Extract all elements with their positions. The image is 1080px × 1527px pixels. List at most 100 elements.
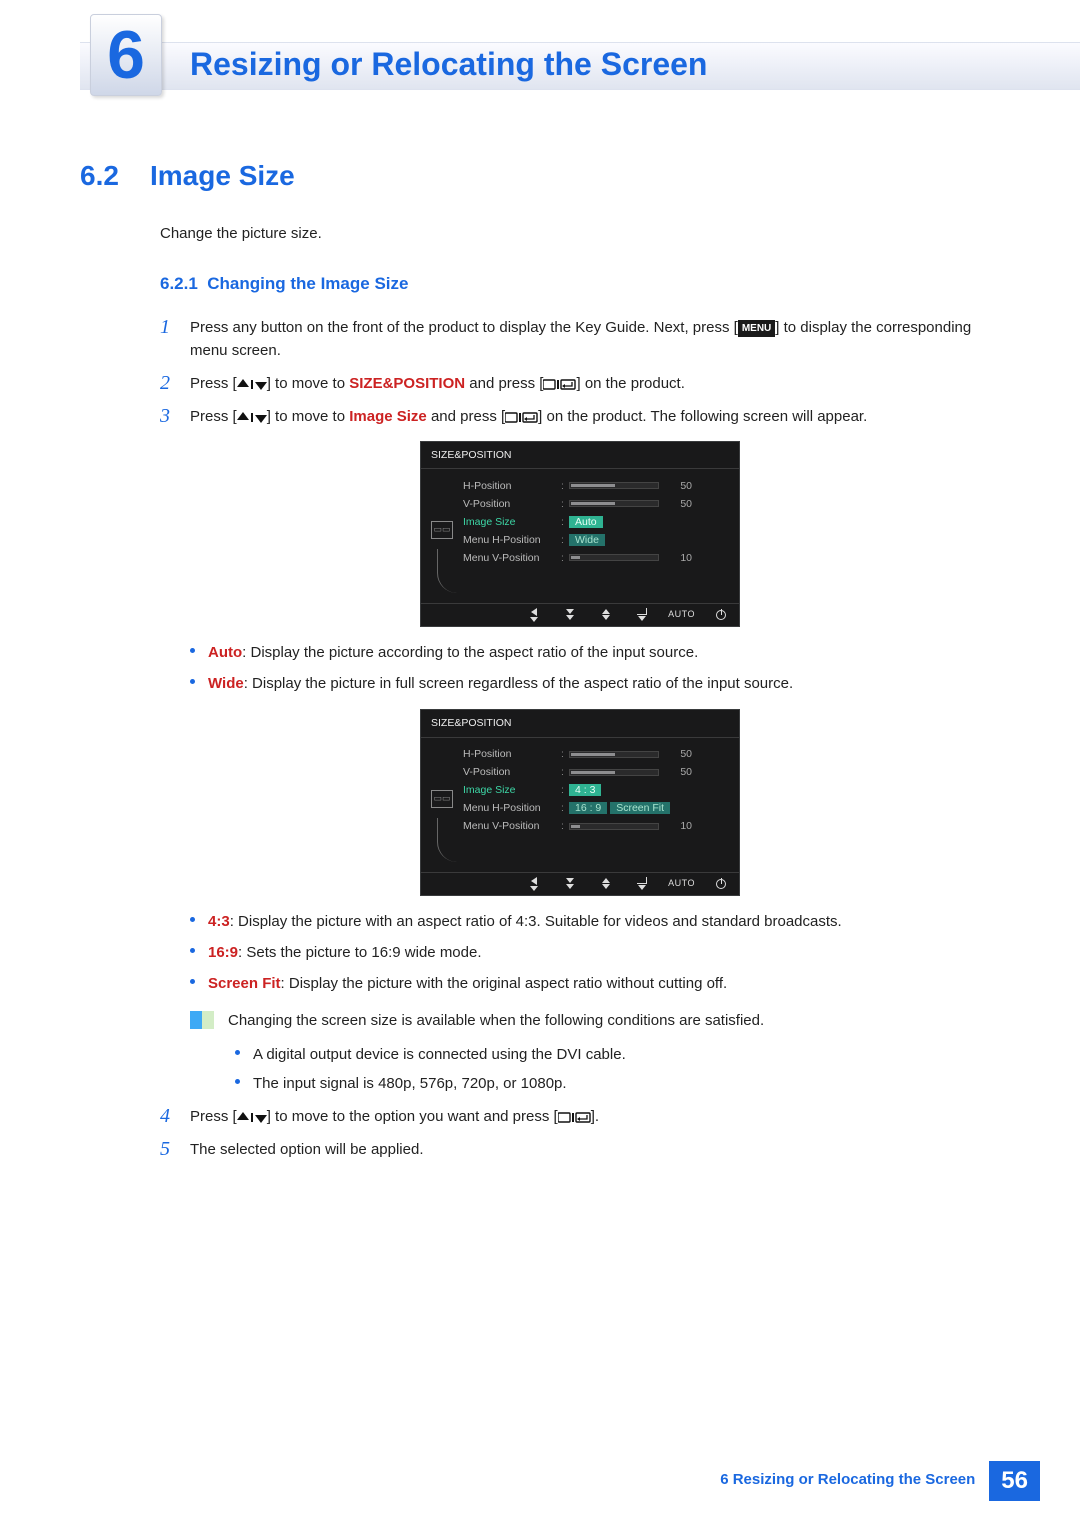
value: 50 [664, 764, 692, 780]
select-enter-icon [505, 412, 538, 423]
osd-foot-auto: AUTO [668, 608, 695, 622]
enter-icon [632, 608, 652, 621]
up-down-icon [237, 1112, 267, 1123]
label: V-Position [463, 764, 561, 780]
step-number: 3 [160, 405, 190, 428]
osd-row-menuv: Menu V-Position: 10 [463, 549, 727, 567]
label: Image Size [463, 514, 561, 530]
osd-option-auto: Auto [569, 516, 603, 528]
power-icon [711, 610, 731, 620]
option-list-2: 4:3: Display the picture with an aspect … [190, 910, 1000, 996]
keyword: Image Size [349, 408, 427, 425]
osd-row-vposition: V-Position: 50 [463, 764, 727, 782]
text: and press [ [465, 375, 543, 392]
chapter-title: Resizing or Relocating the Screen [190, 46, 707, 83]
enter-icon [632, 877, 652, 890]
section-intro: Change the picture size. [160, 222, 1000, 245]
back-icon [524, 608, 544, 622]
step-text: Press any button on the front of the pro… [190, 316, 1000, 363]
size-position-icon: ▭▭ [431, 790, 453, 808]
text: Press any button on the front of the pro… [190, 319, 738, 336]
note-icon [190, 1011, 214, 1029]
subsection-title: Changing the Image Size [207, 274, 408, 293]
chapter-header: 6 Resizing or Relocating the Screen [0, 0, 1080, 120]
text: ]. [591, 1108, 599, 1125]
osd-title: SIZE&POSITION [421, 710, 739, 737]
text: ] on the product. The following screen w… [538, 408, 867, 425]
keyword: SIZE&POSITION [349, 375, 465, 392]
select-enter-icon [543, 379, 576, 390]
text: : Display the picture according to the a… [242, 644, 698, 661]
osd-menu-1: SIZE&POSITION ▭▭ H-Position: 50 [420, 441, 740, 627]
keyword: Screen Fit [208, 975, 281, 992]
label: H-Position [463, 478, 561, 494]
osd-menu-2: SIZE&POSITION ▭▭ H-Position: 50 [420, 709, 740, 895]
up-down-icon [237, 412, 267, 423]
step-4: 4 Press [ ] to move to the option you wan… [160, 1105, 1000, 1128]
note-lead: Changing the screen size is available wh… [228, 1009, 1000, 1032]
osd-footer: AUTO [421, 872, 739, 895]
menu-icon: MENU [738, 320, 775, 338]
step-number: 4 [160, 1105, 190, 1128]
osd-row-hposition: H-Position: 50 [463, 746, 727, 764]
note-block: Changing the screen size is available wh… [190, 1009, 1000, 1032]
list-item: Wide: Display the picture in full screen… [190, 672, 1000, 695]
up-down-icon [237, 379, 267, 390]
keyword: Wide [208, 675, 244, 692]
list-item: Auto: Display the picture according to t… [190, 641, 1000, 664]
list-item: 4:3: Display the picture with an aspect … [190, 910, 1000, 933]
list-item: Screen Fit: Display the picture with the… [190, 972, 1000, 995]
value: 50 [664, 478, 692, 494]
label: Menu V-Position [463, 550, 561, 566]
text: and press [ [427, 408, 505, 425]
subsection-number: 6.2.1 [160, 274, 198, 293]
text: Press [ [190, 1108, 237, 1125]
step-number: 2 [160, 372, 190, 395]
up-icon [596, 878, 616, 889]
osd-title: SIZE&POSITION [421, 442, 739, 469]
osd-foot-auto: AUTO [668, 877, 695, 891]
osd-row-hposition: H-Position: 50 [463, 477, 727, 495]
text: ] to move to the option you want and pre… [267, 1108, 558, 1125]
text: ] on the product. [576, 375, 684, 392]
osd-row-imagesize: Image Size: 4 : 3 [463, 782, 727, 800]
osd-option-screen-fit: Screen Fit [610, 802, 670, 814]
osd-option-4-3: 4 : 3 [569, 784, 601, 796]
chapter-number-badge: 6 [90, 14, 162, 96]
label: Menu H-Position [463, 532, 561, 548]
osd-row-menuh: Menu H-Position: 16 : 9 Screen Fit [463, 800, 727, 818]
text: ] to move to [267, 408, 350, 425]
osd-footer: AUTO [421, 603, 739, 626]
down-icon [560, 609, 580, 620]
page-footer: 6 Resizing or Relocating the Screen 56 [706, 1461, 1040, 1501]
up-icon [596, 609, 616, 620]
osd-row-menuh: Menu H-Position: Wide [463, 531, 727, 549]
list-item: The input signal is 480p, 576p, 720p, or… [235, 1072, 1000, 1095]
value: 50 [664, 746, 692, 762]
section-heading: 6.2 Image Size [80, 160, 1080, 192]
power-icon [711, 879, 731, 889]
label: Menu H-Position [463, 800, 561, 816]
step-number: 5 [160, 1138, 190, 1161]
label: Menu V-Position [463, 818, 561, 834]
step-text: Press [] to move to SIZE&POSITION and pr… [190, 372, 1000, 395]
value: 50 [664, 496, 692, 512]
option-list-1: Auto: Display the picture according to t… [190, 641, 1000, 696]
step-number: 1 [160, 316, 190, 363]
section-number: 6.2 [80, 160, 150, 192]
step-3: 3 Press [] to move to Image Size and pre… [160, 405, 1000, 428]
label: V-Position [463, 496, 561, 512]
osd-sidebar: ▭▭ [421, 469, 463, 603]
value: 10 [664, 550, 692, 566]
osd-option-wide: Wide [569, 534, 605, 546]
chapter-number: 6 [107, 21, 145, 89]
text: : Display the picture in full screen reg… [244, 675, 793, 692]
label: Image Size [463, 782, 561, 798]
text: : Display the picture with the original … [281, 975, 728, 992]
footer-text: 6 Resizing or Relocating the Screen [706, 1461, 989, 1501]
list-item: 16:9: Sets the picture to 16:9 wide mode… [190, 941, 1000, 964]
back-icon [524, 877, 544, 891]
osd-row-imagesize: Image Size: Auto [463, 513, 727, 531]
step-text: The selected option will be applied. [190, 1138, 1000, 1161]
keyword: 16:9 [208, 944, 238, 961]
